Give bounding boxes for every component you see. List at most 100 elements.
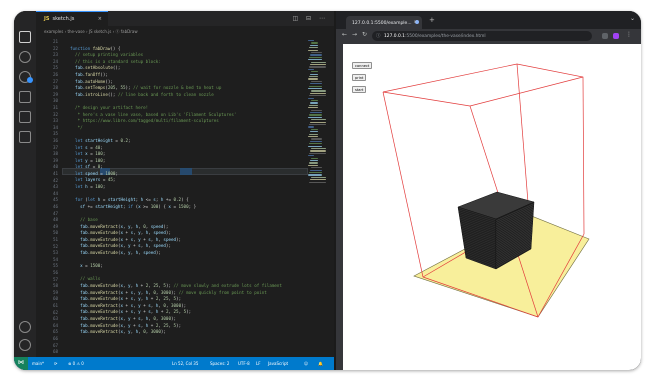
line-number: 40 bbox=[52, 164, 58, 170]
line-number: 23 bbox=[52, 52, 58, 58]
printer-3d-preview[interactable] bbox=[343, 44, 641, 370]
minimap-line bbox=[308, 78, 318, 80]
tab-close-icon[interactable]: × bbox=[98, 16, 102, 22]
browser-toolbar: ← → ↻ ⓘ 127.0.0.1:5500/examples/the-vase… bbox=[336, 29, 641, 43]
minimap-line bbox=[311, 148, 326, 150]
back-icon[interactable]: ← bbox=[342, 31, 347, 38]
search-icon[interactable] bbox=[19, 51, 31, 63]
browser-tab[interactable]: 127.0.0.1:5500/example... × bbox=[346, 16, 422, 29]
extension-icon[interactable] bbox=[602, 33, 608, 39]
minimap-line bbox=[310, 160, 318, 162]
line-number: 32 bbox=[52, 111, 58, 117]
tab-title: 127.0.0.1:5500/example... bbox=[352, 21, 412, 26]
minimap-line bbox=[311, 167, 322, 169]
line-number: 47 bbox=[52, 210, 58, 216]
code-editor[interactable]: 21 22 23 24 25 26 27 28 29 30 31 32 33 34 35 36 37 38 39 40… bbox=[36, 36, 308, 357]
line-number: 34 bbox=[52, 124, 58, 130]
editor-actions[interactable]: ◫ ⊟ ⋯ bbox=[292, 15, 328, 22]
browser-tab-close-icon[interactable]: × bbox=[413, 20, 417, 25]
minimap-line bbox=[309, 133, 318, 135]
feedback-icon[interactable]: ☺ bbox=[304, 361, 308, 366]
line-number: 56 bbox=[52, 270, 58, 275]
cursor-position[interactable]: Ln 52, Col 35 bbox=[172, 361, 198, 366]
run-debug-icon[interactable] bbox=[19, 91, 31, 103]
minimap-line bbox=[311, 90, 326, 92]
minimap-line bbox=[311, 138, 322, 140]
language-mode[interactable]: JavaScript bbox=[268, 361, 288, 366]
minimap-line bbox=[310, 83, 322, 85]
minimap-line bbox=[308, 126, 314, 128]
line-number: 21 bbox=[52, 39, 58, 44]
extensions-icon[interactable] bbox=[19, 111, 31, 123]
line-number: 22 bbox=[52, 45, 58, 51]
minimap-line bbox=[308, 107, 318, 109]
tab-search-icon[interactable]: ⌄ bbox=[630, 15, 635, 22]
source-control-badge bbox=[27, 77, 33, 83]
minimap-line bbox=[311, 80, 322, 82]
indentation-status[interactable]: Spaces: 2 bbox=[210, 361, 229, 366]
tab-sketch-js[interactable]: JS sketch.js × bbox=[36, 11, 108, 26]
minimap-line bbox=[311, 52, 322, 54]
line-number: 42 bbox=[52, 177, 58, 183]
minimap-line bbox=[310, 54, 322, 56]
minimap-line bbox=[308, 155, 314, 157]
line-number: 45 bbox=[52, 197, 58, 203]
address-bar[interactable]: ⓘ 127.0.0.1:5500/examples/the-vase/index… bbox=[372, 31, 592, 41]
minimap-line bbox=[310, 131, 318, 133]
editor-tab-bar: JS sketch.js × ◫ ⊟ ⋯ bbox=[36, 11, 334, 26]
page-viewport: connect print start bbox=[343, 44, 641, 370]
line-number: 25 bbox=[52, 65, 58, 71]
minimap-line bbox=[310, 64, 326, 66]
minimap-line bbox=[310, 121, 326, 123]
line-number: 37 bbox=[52, 144, 58, 150]
eol-status[interactable]: LF bbox=[256, 361, 261, 366]
line-number: 53 bbox=[52, 250, 58, 256]
tab-label: sketch.js bbox=[52, 16, 75, 22]
new-tab-button[interactable]: + bbox=[429, 16, 435, 24]
line-number: 36 bbox=[52, 138, 58, 143]
remote-indicator-icon[interactable]: ⋈ bbox=[14, 357, 28, 370]
profile-avatar-icon[interactable] bbox=[613, 33, 619, 39]
minimap-line bbox=[311, 157, 318, 159]
minimap-line bbox=[308, 40, 314, 42]
encoding-status[interactable]: UTF-8 bbox=[238, 361, 250, 366]
minimap-line bbox=[310, 44, 318, 46]
minimap[interactable] bbox=[308, 36, 330, 357]
forward-icon[interactable]: → bbox=[352, 31, 357, 38]
manage-gear-icon[interactable] bbox=[19, 339, 31, 351]
minimap-line bbox=[309, 66, 326, 68]
line-number: 33 bbox=[52, 118, 58, 124]
test-icon[interactable] bbox=[19, 131, 31, 143]
notifications-bell-icon[interactable]: 🔔 bbox=[318, 361, 323, 366]
line-number: 51 bbox=[52, 237, 58, 242]
minimap-line bbox=[308, 174, 322, 176]
sync-icon[interactable]: ⟳ bbox=[54, 361, 57, 366]
site-info-icon[interactable]: ⓘ bbox=[376, 33, 380, 39]
minimap-line bbox=[310, 92, 326, 94]
branch-status[interactable]: main* bbox=[32, 361, 44, 366]
minimap-line bbox=[309, 114, 322, 116]
line-number: 66 bbox=[52, 336, 58, 341]
url-host: 127.0.0.1 bbox=[384, 33, 405, 39]
breadcrumb[interactable]: examples › the-vase › JS sketch.js › ⓕ f… bbox=[36, 26, 334, 36]
line-number: 65 bbox=[52, 329, 58, 335]
minimap-line bbox=[309, 181, 326, 183]
line-number: 26 bbox=[52, 72, 58, 77]
minimap-line bbox=[308, 164, 318, 166]
minimap-line bbox=[311, 42, 318, 44]
minimap-line bbox=[309, 143, 322, 145]
minimap-line bbox=[311, 176, 326, 178]
line-number: 63 bbox=[52, 316, 58, 322]
line-number: 31 bbox=[52, 105, 58, 110]
reload-icon[interactable]: ↻ bbox=[362, 31, 367, 38]
files-icon[interactable] bbox=[19, 31, 31, 43]
browser-tab-strip: 127.0.0.1:5500/example... × + ⌄ bbox=[336, 11, 641, 29]
line-number: 46 bbox=[52, 204, 58, 209]
code-text: function fabDraw() { // setup printing v… bbox=[70, 45, 282, 335]
account-icon[interactable] bbox=[19, 321, 31, 333]
minimap-line bbox=[309, 124, 326, 126]
browser-menu-icon[interactable]: ⋮ bbox=[626, 31, 632, 38]
minimap-line bbox=[309, 47, 318, 49]
minimap-line bbox=[309, 104, 318, 106]
problems-status[interactable]: ⊗ 0 ⚠ 0 bbox=[68, 361, 84, 366]
